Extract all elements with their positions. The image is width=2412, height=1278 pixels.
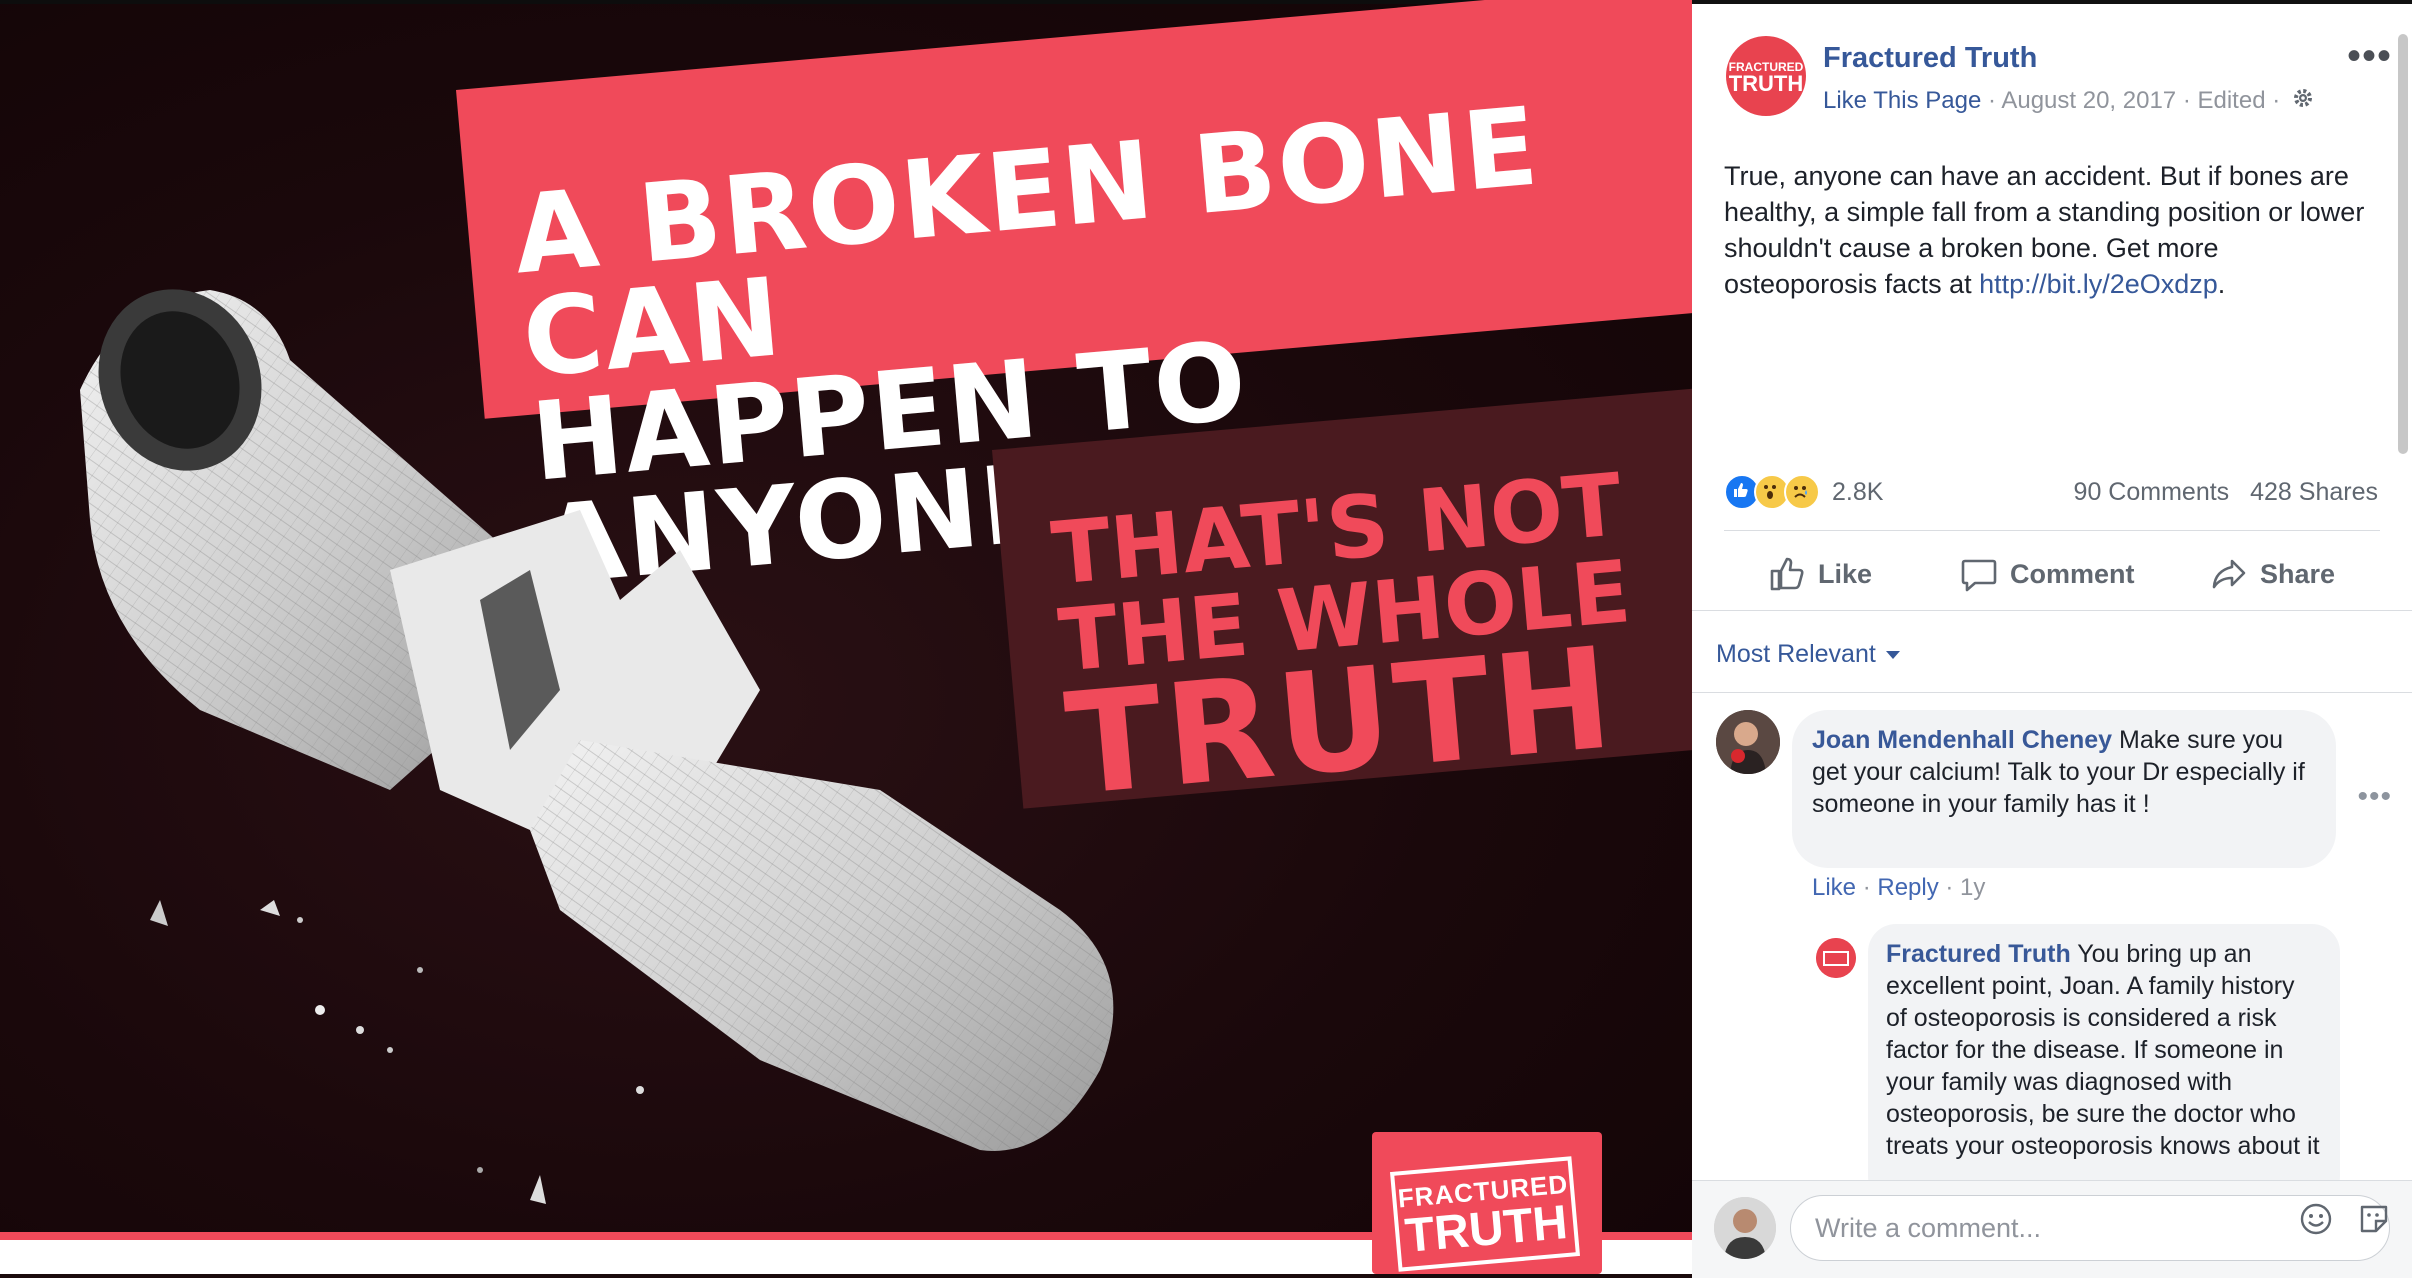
reply-text: You bring up an excellent point, Joan. A…: [1886, 940, 2320, 1160]
share-arrow-icon: [2212, 559, 2246, 589]
page-avatar-line-2: TRUTH: [1728, 71, 1804, 96]
engagement-counts: 90 Comments 428 Shares: [2074, 478, 2378, 507]
logo-line-2: TRUTH: [1403, 1195, 1570, 1263]
emoji-icon[interactable]: [2298, 1201, 2334, 1242]
post-body: True, anyone can have an accident. But i…: [1724, 158, 2374, 302]
logo-stamp: FRACTURED TRUTH: [1389, 1156, 1581, 1272]
comment-bubble-icon: [1961, 559, 1997, 592]
meta-separator: ·: [1981, 86, 2002, 114]
comment-sort-label: Most Relevant: [1716, 640, 1876, 668]
comment-more-dots-icon[interactable]: •••: [2357, 780, 2392, 814]
reply-bubble: Fractured Truth You bring up an excellen…: [1868, 924, 2340, 1204]
comments-count-link[interactable]: 90 Comments: [2074, 478, 2230, 506]
reply-author-link[interactable]: Fractured Truth: [1886, 940, 2071, 968]
comment-reply-link[interactable]: Reply: [1877, 874, 1938, 901]
panel-scrollbar[interactable]: [2398, 34, 2408, 454]
divider: [1724, 530, 2380, 531]
comment-composer: Write a comment...: [1692, 1180, 2412, 1278]
divider: [1692, 610, 2412, 611]
post-link[interactable]: http://bit.ly/2eOxdzp: [1979, 269, 2218, 299]
post-photo[interactable]: A BROKEN BONE CAN HAPPEN TO ANYONE THAT'…: [0, 0, 1692, 1274]
comment-age[interactable]: 1y: [1960, 874, 1985, 901]
like-button-label: Like: [1818, 558, 1873, 589]
thumbs-up-icon: [1770, 557, 1804, 591]
reaction-count: 2.8K: [1832, 477, 1884, 506]
current-user-avatar: [1714, 1197, 1776, 1259]
comment-input-placeholder: Write a comment...: [1815, 1212, 2042, 1243]
post-date[interactable]: August 20, 2017: [2001, 87, 2176, 114]
audience-gear-icon[interactable]: [2291, 86, 2315, 117]
shares-count-link[interactable]: 428 Shares: [2250, 478, 2378, 506]
comment-like-link[interactable]: Like: [1812, 874, 1856, 901]
comment-author-link[interactable]: Joan Mendenhall Cheney: [1812, 726, 2112, 754]
meta-separator: ·: [2265, 86, 2287, 114]
comment-button[interactable]: Comment: [1960, 552, 2135, 596]
fractured-truth-logo: FRACTURED TRUTH: [1372, 1132, 1602, 1274]
post-side-panel: FRACTURED TRUTH Fractured Truth Like Thi…: [1692, 0, 2412, 1278]
divider: [1692, 692, 2412, 693]
edited-label[interactable]: Edited: [2197, 87, 2265, 114]
sad-reaction-icon: [1784, 474, 1820, 510]
reply-author-avatar[interactable]: [1816, 938, 1856, 978]
composer-icons: [2298, 1201, 2392, 1242]
like-button[interactable]: Like: [1768, 552, 1872, 596]
comment-button-label: Comment: [2010, 558, 2135, 589]
broken-cast-illustration: [80, 289, 1114, 1204]
share-button[interactable]: Share: [2210, 552, 2335, 596]
comment-bubble: Joan Mendenhall Cheney Make sure you get…: [1792, 710, 2336, 868]
reactions-summary[interactable]: 2.8K: [1724, 474, 1883, 510]
sticker-icon[interactable]: [2356, 1201, 2392, 1242]
page-name-link[interactable]: Fractured Truth: [1823, 42, 2037, 75]
meta-separator: ·: [2176, 86, 2198, 114]
post-options-more-dots-icon[interactable]: •••: [2347, 34, 2392, 79]
chevron-down-icon: [1885, 650, 1900, 659]
comment-actions: Like · Reply · 1y: [1812, 874, 1986, 901]
comment-sort-dropdown[interactable]: Most Relevant: [1716, 640, 1900, 669]
page-avatar[interactable]: FRACTURED TRUTH: [1726, 36, 1806, 116]
like-this-page-link[interactable]: Like This Page: [1823, 87, 1981, 114]
share-button-label: Share: [2260, 558, 2336, 589]
post-text-end: .: [2217, 269, 2226, 299]
commenter-avatar[interactable]: [1716, 710, 1780, 774]
post-meta: Like This Page · August 20, 2017 · Edite…: [1823, 86, 2315, 117]
